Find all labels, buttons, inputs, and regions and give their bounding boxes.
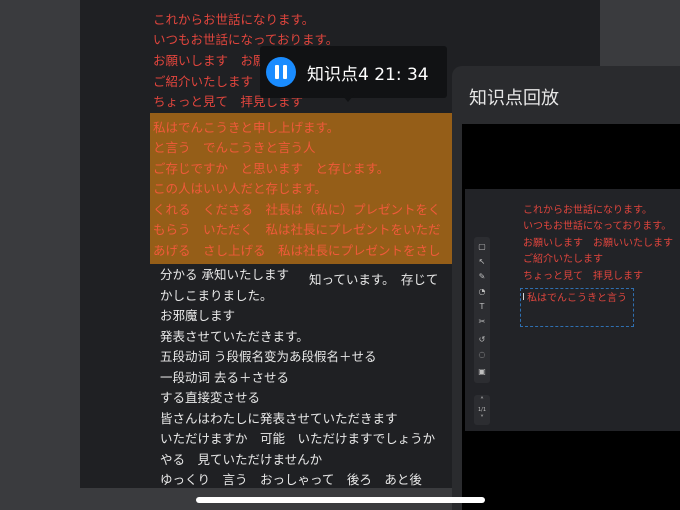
eraser-icon: ◌ [478,350,486,359]
mini-note-line: ご紹介いたします [523,254,603,265]
note-line: と言う でんこうきと言う人 [153,140,316,155]
clear-icon: ▣ [478,367,486,376]
note-line: する直接変させる [160,390,261,405]
note-line: かしこまりました。 [160,288,273,303]
undo-icon: ↺ [478,335,486,344]
note-line: この人はいい人だと存じます。 [153,181,327,196]
mini-note-line: お願いします お願いいたします [523,238,673,249]
shapes-icon: ◔ [478,287,486,296]
note-line: 知っています。 存じて [309,272,439,287]
note-line: ゆっくり 言う おっしゃって 後ろ あと後 [160,472,422,487]
mini-page-control: ˄ 1/1 ˅ [474,395,490,425]
pen-icon: ✎ [478,272,486,281]
pause-button[interactable] [266,57,296,87]
note-line: やる 見ていただけませんか [160,452,323,467]
note-line: 発表させていただきます。 [160,329,309,344]
note-line: 私はでんこうきと申し上げます。 [153,120,340,135]
note-line: ご存じですか と思います と存じます。 [153,161,390,176]
text-icon: T [479,302,485,311]
note-line: もらう いただく 私は社長にプレゼントをいただ [153,222,441,237]
mini-note-line: これからお世話になります。 [523,205,652,216]
note-line: 分かる 承知いたします [160,267,289,282]
scissors-icon: ✂ [478,317,486,326]
text-cursor-icon: I [522,292,525,303]
note-line: いただけますか 可能 いただけますでしょうか [160,431,436,446]
knowledge-point-replay-panel: 知识点回放 ▢ ↖ ✎ ◔ T ✂ ↺ ◌ ▣ ˄ 1/1 ˅ これからお世話に… [452,66,680,510]
timer-label: 知识点4 21: 34 [307,65,429,85]
select-icon: ↖ [478,257,486,266]
pause-icon [275,65,279,79]
note-line: これからお世話になります。 [153,12,315,27]
folder-icon: ▢ [478,242,486,251]
chevron-down-icon: ˅ [480,414,484,423]
knowledge-point-timer: 知识点4 21: 34 [260,46,447,98]
timer-pointer [342,95,354,102]
note-line: お邪魔します [160,308,236,323]
note-line: あげる さし上げる 私は社長にプレゼントをさし [153,243,441,258]
mini-note-line: いつもお世話になっております。 [523,221,672,232]
pause-icon [283,65,287,79]
note-line: 皆さんはわたしに発表させていただきます [160,411,398,426]
note-line: 五段动词 う段假名变为あ段假名＋せる [160,349,377,364]
note-line: 一段动词 去る＋させる [160,370,289,385]
mini-note-line: 私はでんこうきと言う [527,293,627,304]
home-indicator[interactable] [196,497,485,503]
replay-title: 知识点回放 [469,88,559,109]
replay-video[interactable]: ▢ ↖ ✎ ◔ T ✂ ↺ ◌ ▣ ˄ 1/1 ˅ これからお世話になります。 … [462,124,680,510]
note-line: ご紹介いたします [153,74,254,89]
note-line: くれる くださる 社長は（私に）プレゼントをく [153,202,441,217]
mini-toolbar: ▢ ↖ ✎ ◔ T ✂ ↺ ◌ ▣ [474,237,490,383]
replay-canvas: ▢ ↖ ✎ ◔ T ✂ ↺ ◌ ▣ ˄ 1/1 ˅ これからお世話になります。 … [465,189,680,431]
mini-note-line: ちょっと見て 拝見します [523,271,643,282]
